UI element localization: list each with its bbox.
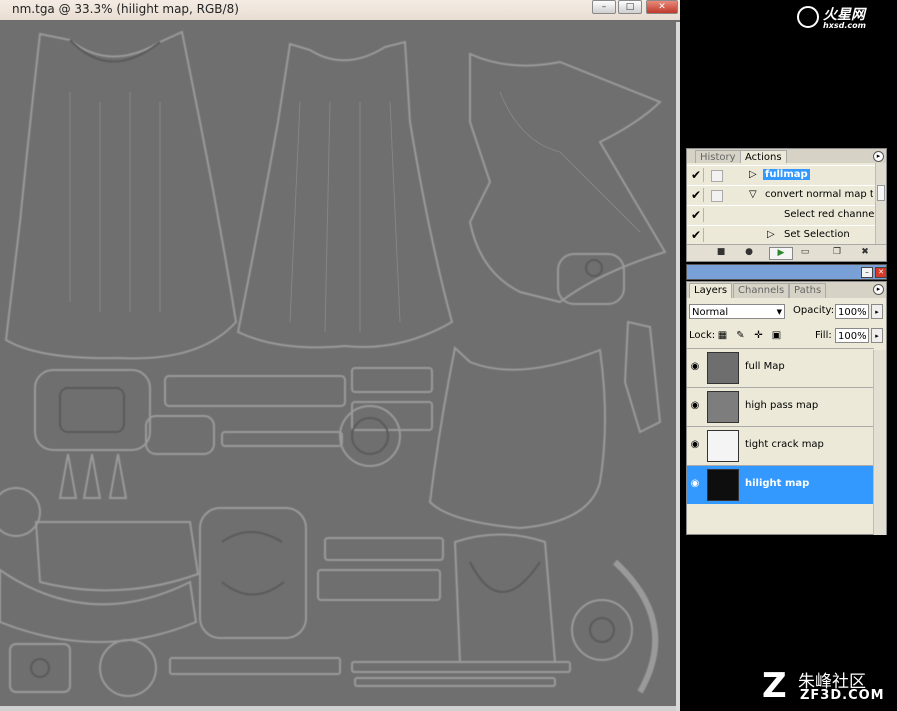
document-titlebar[interactable]: nm.tga @ 33.3% (hilight map, RGB/8) – □ … bbox=[0, 0, 680, 20]
chevron-down-icon: ▼ bbox=[776, 308, 782, 316]
layer-name: hilight map bbox=[745, 478, 810, 489]
lock-transparency-icon[interactable]: ▦ bbox=[717, 330, 728, 341]
fill-label: Fill: bbox=[815, 330, 832, 341]
uv-texture-artwork bbox=[0, 30, 667, 697]
lock-pixels-icon[interactable]: ✎ bbox=[735, 330, 746, 341]
tab-channels[interactable]: Channels bbox=[733, 283, 790, 298]
new-action-icon[interactable]: ❐ bbox=[831, 247, 843, 258]
layer-row-hilight-map[interactable]: ◉ hilight map bbox=[687, 465, 874, 504]
fill-stepper[interactable]: ▸ bbox=[871, 328, 883, 343]
record-icon[interactable]: ● bbox=[743, 247, 755, 258]
layer-name: high pass map bbox=[745, 400, 819, 411]
layers-panel-tabs: Layers Channels Paths ▸ bbox=[687, 282, 886, 298]
tab-layers[interactable]: Layers bbox=[689, 283, 733, 298]
opacity-stepper[interactable]: ▸ bbox=[871, 304, 883, 319]
layer-thumbnail bbox=[707, 430, 739, 462]
layer-name: full Map bbox=[745, 361, 785, 372]
eye-icon[interactable]: ◉ bbox=[689, 361, 701, 373]
dialog-toggle-icon[interactable] bbox=[711, 170, 723, 182]
expand-triangle-icon[interactable]: ▷ bbox=[749, 169, 757, 181]
minimize-icon[interactable]: – bbox=[861, 267, 873, 278]
tab-history[interactable]: History bbox=[695, 150, 741, 163]
actions-scroll-thumb[interactable] bbox=[877, 185, 885, 201]
action-item-set-selection[interactable]: ✔ ▷ Set Selection bbox=[687, 225, 875, 245]
dialog-toggle-icon[interactable] bbox=[711, 190, 723, 202]
layer-row-high-pass-map[interactable]: ◉ high pass map bbox=[687, 387, 874, 426]
layer-name: tight crack map bbox=[745, 439, 824, 450]
action-item-select-red[interactable]: ✔ Select red channel bbox=[687, 205, 878, 225]
blend-mode-value: Normal bbox=[692, 307, 729, 318]
trash-icon[interactable]: ✖ bbox=[859, 247, 871, 258]
tab-actions[interactable]: Actions bbox=[740, 150, 787, 163]
layer-row-full-map[interactable]: ◉ full Map bbox=[687, 348, 874, 387]
eye-icon[interactable]: ◉ bbox=[689, 439, 701, 451]
action-label: convert normal map t... bbox=[765, 189, 873, 200]
layers-panel-header[interactable]: – ✕ bbox=[686, 264, 887, 280]
lock-position-icon[interactable]: ✛ bbox=[753, 330, 764, 341]
panel-menu-icon[interactable]: ▸ bbox=[873, 151, 884, 162]
opacity-label: Opacity: bbox=[793, 305, 835, 316]
collapse-triangle-icon[interactable]: ▽ bbox=[749, 189, 757, 201]
fill-field[interactable]: 100% bbox=[835, 328, 869, 343]
panel-menu-icon[interactable]: ▸ bbox=[873, 284, 884, 295]
actions-scrollbar[interactable] bbox=[875, 163, 886, 245]
eye-icon[interactable]: ◉ bbox=[689, 400, 701, 412]
layer-thumbnail bbox=[707, 469, 739, 501]
minimize-button[interactable]: – bbox=[592, 0, 616, 14]
action-label: fullmap bbox=[763, 169, 810, 180]
zf3d-url-text: ZF3D.COM bbox=[800, 688, 885, 703]
actions-panel: History Actions ▸ ✔ ▷ fullmap ✔ ▽ conver… bbox=[686, 148, 887, 262]
action-check-icon[interactable]: ✔ bbox=[689, 228, 704, 242]
zf3d-watermark: Z 朱峰社区 ZF3D.COM bbox=[762, 664, 892, 706]
document-canvas[interactable] bbox=[0, 22, 676, 706]
blend-mode-select[interactable]: Normal ▼ bbox=[689, 304, 785, 319]
lock-label: Lock: bbox=[689, 330, 716, 341]
horizontal-scrollbar[interactable] bbox=[0, 706, 676, 711]
layers-panel: Layers Channels Paths ▸ Normal ▼ Opacity… bbox=[686, 281, 887, 535]
zf3d-logo-icon: Z bbox=[762, 666, 787, 706]
new-set-icon[interactable]: ▭ bbox=[799, 247, 811, 258]
action-label: Set Selection bbox=[784, 229, 850, 240]
eye-icon[interactable]: ◉ bbox=[689, 478, 701, 490]
document-window: nm.tga @ 33.3% (hilight map, RGB/8) – □ … bbox=[0, 0, 680, 711]
action-check-icon[interactable]: ✔ bbox=[689, 188, 704, 202]
actions-panel-tabs: History Actions ▸ bbox=[687, 149, 886, 163]
layer-thumbnail bbox=[707, 352, 739, 384]
document-title: nm.tga @ 33.3% (hilight map, RGB/8) bbox=[12, 2, 239, 16]
hxsd-logo-icon bbox=[797, 6, 819, 28]
action-check-icon[interactable]: ✔ bbox=[689, 168, 704, 182]
close-button[interactable]: ✕ bbox=[646, 0, 678, 14]
stop-icon[interactable]: ■ bbox=[715, 247, 727, 258]
layer-thumbnail bbox=[707, 391, 739, 423]
layer-row-tight-crack-map[interactable]: ◉ tight crack map bbox=[687, 426, 874, 465]
action-label: Select red channel bbox=[784, 209, 878, 220]
expand-triangle-icon[interactable]: ▷ bbox=[767, 229, 775, 241]
maximize-button[interactable]: □ bbox=[618, 0, 642, 14]
lock-all-icon[interactable]: ▣ bbox=[771, 330, 782, 341]
hxsd-watermark: 火星网 hxsd.com bbox=[797, 4, 889, 32]
actions-toolbar: ■ ● ▶ ▭ ❐ ✖ bbox=[687, 244, 886, 261]
tab-paths[interactable]: Paths bbox=[789, 283, 827, 298]
action-item-convert[interactable]: ✔ ▽ convert normal map t... bbox=[687, 185, 875, 205]
hxsd-url-text: hxsd.com bbox=[823, 21, 866, 30]
action-check-icon[interactable]: ✔ bbox=[689, 208, 704, 222]
vertical-scrollbar[interactable] bbox=[676, 22, 680, 711]
play-icon[interactable]: ▶ bbox=[769, 247, 793, 260]
close-icon[interactable]: ✕ bbox=[875, 267, 887, 278]
opacity-field[interactable]: 100% bbox=[835, 304, 869, 319]
action-item-fullmap[interactable]: ✔ ▷ fullmap bbox=[687, 165, 875, 185]
layers-scrollbar[interactable] bbox=[873, 350, 886, 535]
